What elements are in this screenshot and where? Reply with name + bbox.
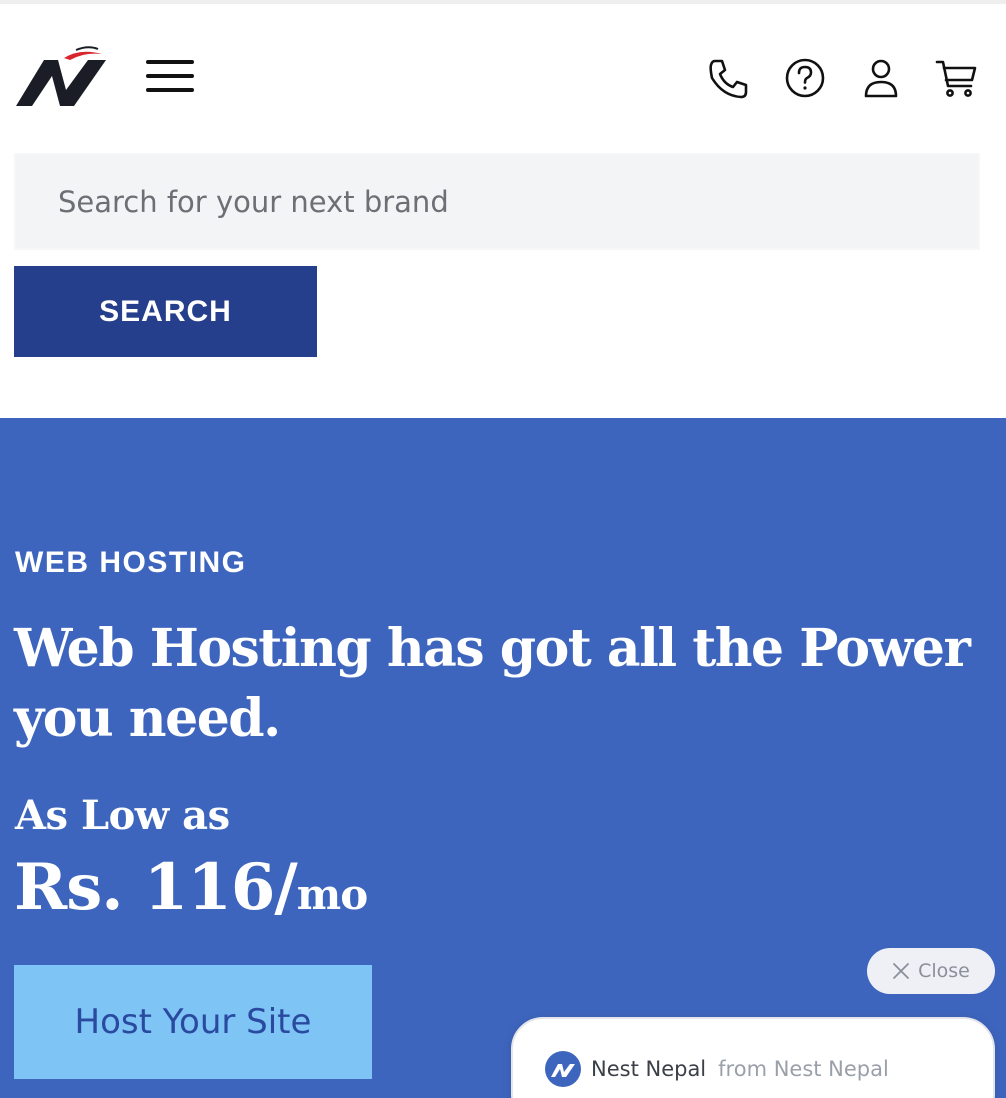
chat-sender-from: from Nest Nepal (718, 1057, 889, 1081)
price-unit: mo (296, 870, 368, 919)
price-amount: Rs. 116/ (14, 850, 298, 925)
chat-message-card[interactable]: Nest Nepal from Nest Nepal (511, 1017, 995, 1098)
hamburger-menu-icon[interactable] (146, 60, 194, 96)
search-button[interactable]: SEARCH (14, 266, 317, 357)
hero-banner: WEB HOSTING Web Hosting has got all the … (0, 418, 1006, 1098)
price-value: Rs. 116/mo (14, 850, 368, 925)
hero-headline: Web Hosting has got all the Power you ne… (14, 618, 971, 749)
chat-close-label: Close (918, 960, 970, 982)
nest-nepal-logo-icon (551, 1064, 575, 1077)
user-icon[interactable] (859, 56, 903, 100)
help-icon[interactable] (783, 56, 827, 100)
chat-close-button[interactable]: Close (867, 948, 995, 994)
chat-sender-name: Nest Nepal (591, 1057, 707, 1081)
site-header (0, 4, 1006, 144)
phone-icon[interactable] (706, 56, 750, 100)
host-your-site-button[interactable]: Host Your Site (14, 965, 372, 1079)
brand-search-input[interactable] (14, 153, 980, 250)
chat-avatar (545, 1051, 581, 1087)
site-logo[interactable] (14, 46, 110, 108)
cart-icon[interactable] (934, 56, 978, 100)
hero-eyebrow: WEB HOSTING (15, 546, 247, 579)
price-prefix: As Low as (15, 792, 230, 839)
nest-nepal-logo-icon (16, 46, 106, 106)
close-icon (893, 963, 910, 979)
chat-sender: Nest Nepal from Nest Nepal (545, 1051, 889, 1087)
